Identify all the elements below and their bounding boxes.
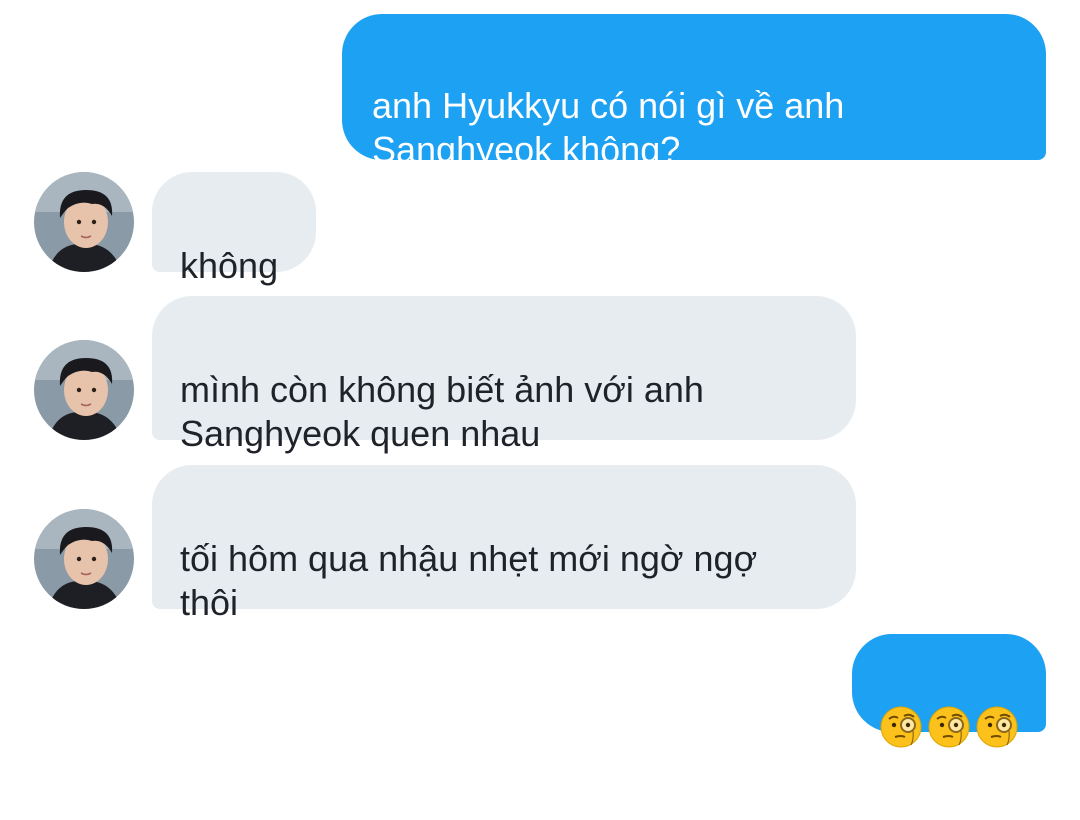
outgoing-message-bubble[interactable]: anh Hyukkyu có nói gì về anh Sanghyeok k…	[342, 14, 1046, 170]
message-text: tối hôm qua nhậu nhẹt mới ngờ ngợ thôi	[180, 538, 758, 623]
avatar-photo	[34, 340, 134, 440]
emoji-row	[868, 678, 1030, 776]
message-text: mình còn không biết ảnh với anh Sanghyeo…	[180, 369, 704, 454]
face-with-monocle-icon	[880, 706, 922, 748]
message-thread: anh Hyukkyu có nói gì về anh Sanghyeok k…	[0, 0, 1080, 748]
message-text: anh Hyukkyu có nói gì về anh Sanghyeok k…	[372, 85, 845, 170]
avatar[interactable]	[34, 509, 134, 609]
avatar[interactable]	[34, 172, 134, 272]
face-with-monocle-icon	[976, 706, 1018, 748]
incoming-message-bubble[interactable]: không	[152, 172, 316, 286]
incoming-message-bubble[interactable]: tối hôm qua nhậu nhẹt mới ngờ ngợ thôi	[152, 465, 856, 623]
outgoing-emoji-bubble[interactable]	[852, 634, 1046, 748]
incoming-message-bubble[interactable]: mình còn không biết ảnh với anh Sanghyeo…	[152, 296, 856, 454]
message-text: không	[180, 245, 279, 286]
avatar[interactable]	[34, 340, 134, 440]
avatar-photo	[34, 509, 134, 609]
face-with-monocle-icon	[928, 706, 970, 748]
avatar-photo	[34, 172, 134, 272]
